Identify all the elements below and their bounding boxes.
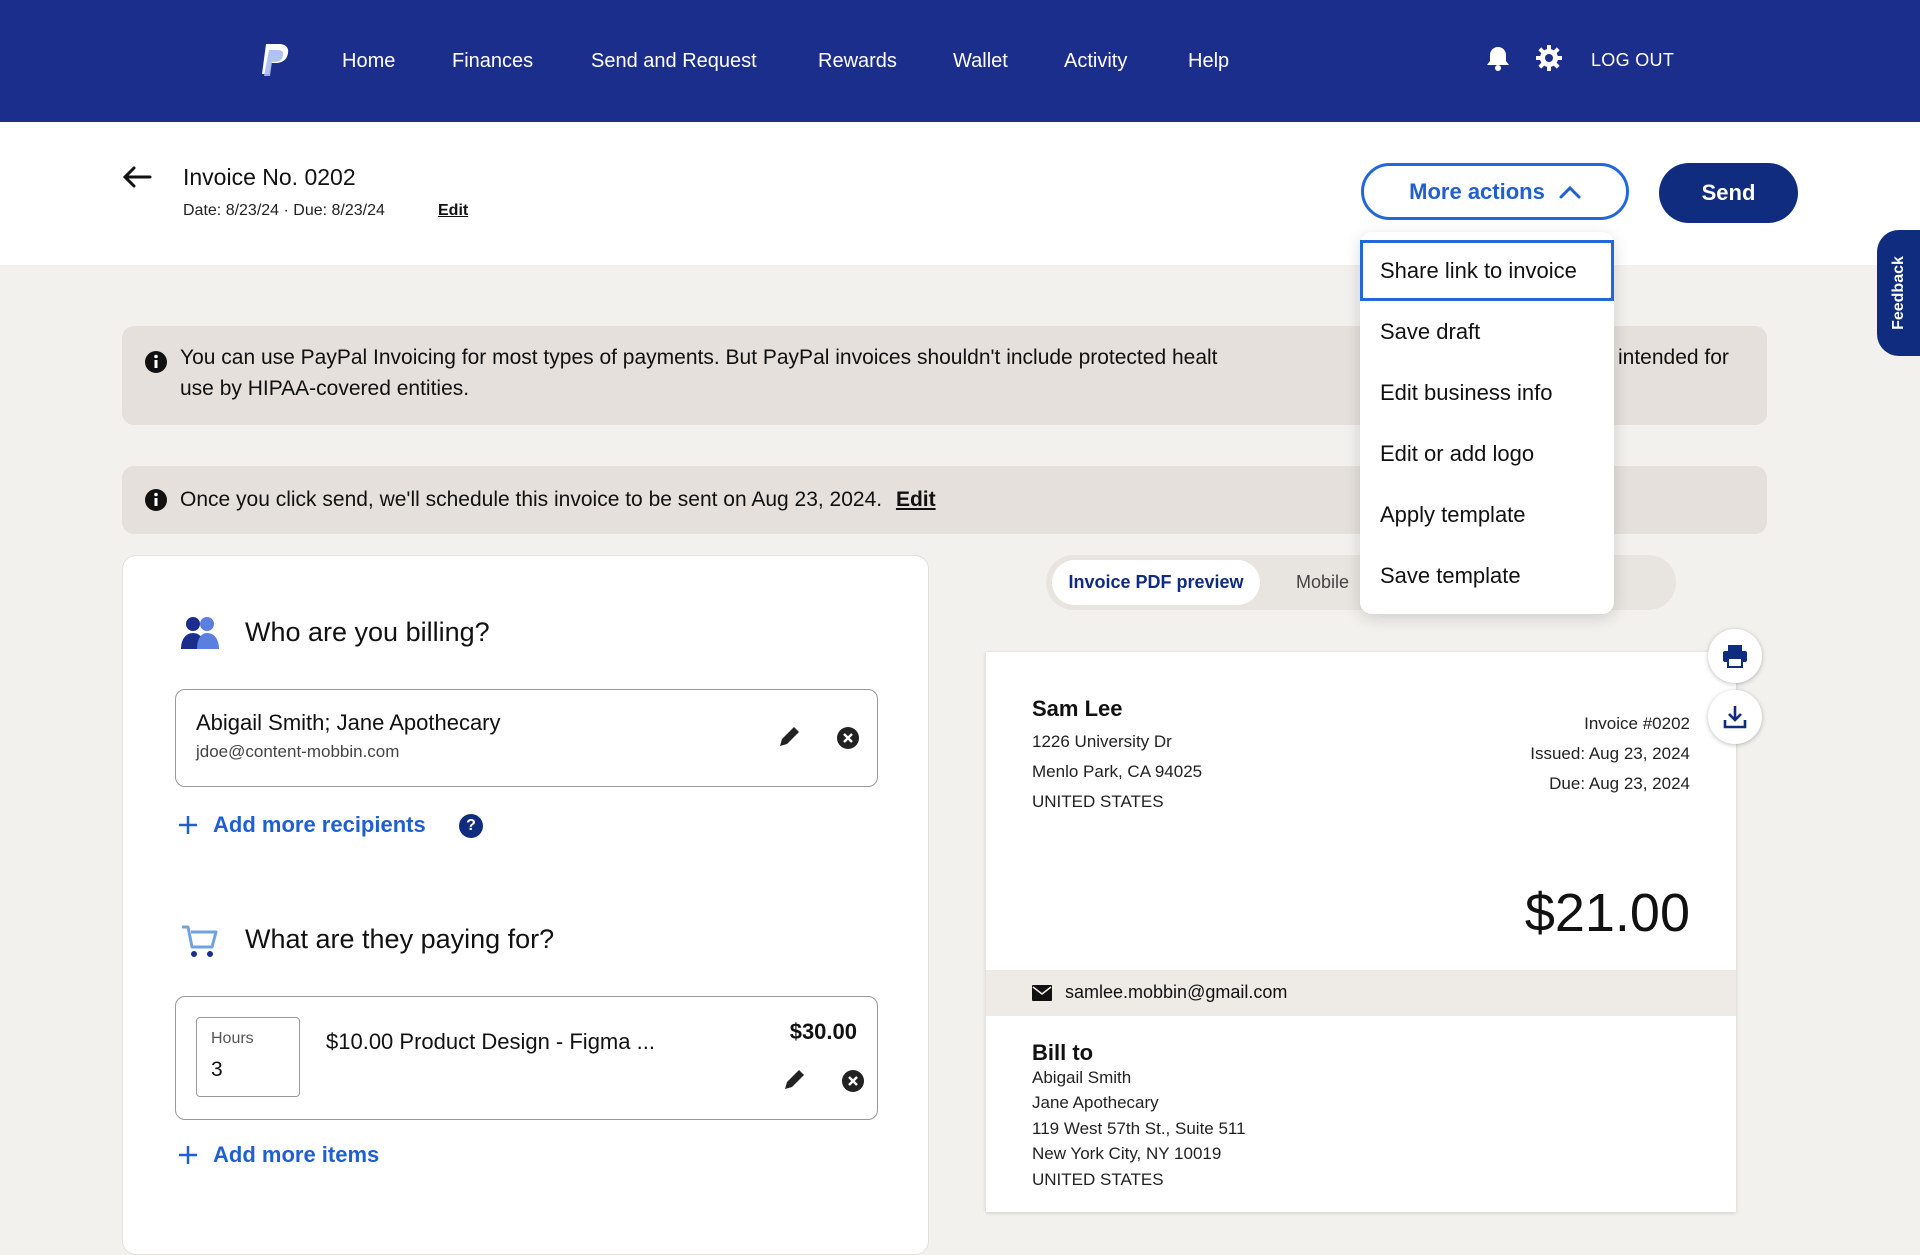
preview-issued-date: Issued: Aug 23, 2024 <box>1530 744 1690 763</box>
menu-item-save-draft[interactable]: Save draft <box>1360 301 1614 362</box>
item-price: $30.00 <box>789 1019 857 1044</box>
menu-item-share-link[interactable]: Share link to invoice <box>1360 240 1614 301</box>
info-icon <box>145 351 167 373</box>
nav-home[interactable]: Home <box>342 48 395 74</box>
add-items-label: Add more items <box>213 1142 380 1167</box>
download-button[interactable] <box>1708 690 1762 744</box>
preview-bill-to-line: UNITED STATES <box>1032 1170 1164 1189</box>
item-description: $10.00 Product Design - Figma ... <box>326 1029 655 1054</box>
mail-icon <box>1032 985 1052 1001</box>
preview-email: samlee.mobbin@gmail.com <box>1065 982 1288 1002</box>
invoice-date-edit-link[interactable]: Edit <box>438 202 468 220</box>
invoice-dates: Date: 8/23/24 · Due: 8/23/24 <box>183 202 385 219</box>
nav-send-and-request[interactable]: Send and Request <box>591 48 757 74</box>
tab-mobile[interactable]: Mobile <box>1296 572 1349 593</box>
menu-item-apply-template[interactable]: Apply template <box>1360 484 1614 545</box>
add-recipients-link[interactable]: Add more recipients <box>177 812 426 838</box>
logout-link[interactable]: LOG OUT <box>1591 50 1674 71</box>
preview-address-line: UNITED STATES <box>1032 792 1164 811</box>
print-button[interactable] <box>1708 629 1762 683</box>
add-items-link[interactable]: Add more items <box>177 1142 379 1168</box>
nav-rewards[interactable]: Rewards <box>818 48 897 74</box>
cart-icon <box>182 925 218 957</box>
hipaa-text-part2: intended for <box>1618 346 1729 369</box>
bell-icon[interactable] <box>1484 44 1512 72</box>
preview-invoice-number: Invoice #0202 <box>1584 714 1690 733</box>
tab-invoice-pdf-preview[interactable]: Invoice PDF preview <box>1052 560 1260 605</box>
preview-bill-to-line: Abigail Smith <box>1032 1068 1132 1087</box>
recipient-field[interactable]: Abigail Smith; Jane Apothecary jdoe@cont… <box>175 689 878 787</box>
invoice-form-card: Who are you billing? Abigail Smith; Jane… <box>122 555 929 1255</box>
download-icon <box>1723 706 1747 729</box>
people-icon <box>181 617 219 649</box>
preview-bill-to-line: New York City, NY 10019 <box>1032 1144 1222 1163</box>
more-actions-label: More actions <box>1409 178 1545 204</box>
printer-icon <box>1723 645 1747 668</box>
preview-address-line: Menlo Park, CA 94025 <box>1032 762 1203 781</box>
nav-wallet[interactable]: Wallet <box>953 48 1008 74</box>
chevron-up-icon <box>1559 185 1581 198</box>
recipient-name: Abigail Smith; Jane Apothecary <box>196 710 501 735</box>
schedule-edit-link[interactable]: Edit <box>896 488 936 511</box>
hours-value: 3 <box>211 1058 223 1081</box>
paypal-logo[interactable] <box>258 42 292 82</box>
feedback-tab[interactable]: Feedback <box>1877 230 1920 356</box>
preview-bill-to-line: 119 West 57th St., Suite 511 <box>1032 1119 1246 1138</box>
menu-item-edit-logo[interactable]: Edit or add logo <box>1360 423 1614 484</box>
send-button[interactable]: Send <box>1659 163 1798 223</box>
preview-bill-to-line: Jane Apothecary <box>1032 1093 1159 1112</box>
plus-icon <box>179 816 197 834</box>
menu-item-save-template[interactable]: Save template <box>1360 545 1614 606</box>
hours-label: Hours <box>211 1030 254 1047</box>
preview-sender-name: Sam Lee <box>1032 696 1123 721</box>
preview-email-bar: samlee.mobbin@gmail.com <box>986 970 1736 1016</box>
invoice-title: Invoice No. 0202 <box>183 164 356 190</box>
plus-icon <box>179 1146 197 1164</box>
back-arrow-icon[interactable] <box>120 162 154 192</box>
hipaa-text-part1: You can use PayPal Invoicing for most ty… <box>180 346 1218 369</box>
schedule-text: Once you click send, we'll schedule this… <box>180 488 883 511</box>
items-section-title: What are they paying for? <box>245 924 555 954</box>
preview-bill-to-label: Bill to <box>1032 1040 1094 1065</box>
remove-circle-icon[interactable] <box>835 725 861 751</box>
pencil-icon[interactable] <box>781 1067 807 1093</box>
feedback-label: Feedback <box>1889 256 1907 330</box>
hours-input[interactable]: Hours 3 <box>196 1017 300 1097</box>
gear-icon[interactable] <box>1535 44 1563 72</box>
preview-amount: $21.00 <box>1524 883 1690 943</box>
remove-circle-icon[interactable] <box>840 1068 866 1094</box>
menu-item-edit-business-info[interactable]: Edit business info <box>1360 362 1614 423</box>
info-icon <box>145 489 167 511</box>
help-icon[interactable]: ? <box>459 814 483 838</box>
nav-activity[interactable]: Activity <box>1064 48 1127 74</box>
line-item[interactable]: Hours 3 $10.00 Product Design - Figma ..… <box>175 996 878 1120</box>
nav-finances[interactable]: Finances <box>452 48 533 74</box>
recipient-email: jdoe@content-mobbin.com <box>196 742 400 761</box>
billing-section-title: Who are you billing? <box>245 617 490 647</box>
nav-help[interactable]: Help <box>1188 48 1229 74</box>
more-actions-button[interactable]: More actions <box>1361 163 1629 220</box>
invoice-header <box>0 122 1920 265</box>
add-recipients-label: Add more recipients <box>213 812 426 837</box>
invoice-preview: Sam Lee 1226 University Dr Menlo Park, C… <box>986 652 1736 1212</box>
top-navigation: Home Finances Send and Request Rewards W… <box>0 0 1920 122</box>
preview-due-date: Due: Aug 23, 2024 <box>1549 774 1690 793</box>
preview-address-line: 1226 University Dr <box>1032 732 1172 751</box>
pencil-icon[interactable] <box>776 724 802 750</box>
more-actions-menu: Share link to invoice Save draft Edit bu… <box>1360 232 1614 614</box>
